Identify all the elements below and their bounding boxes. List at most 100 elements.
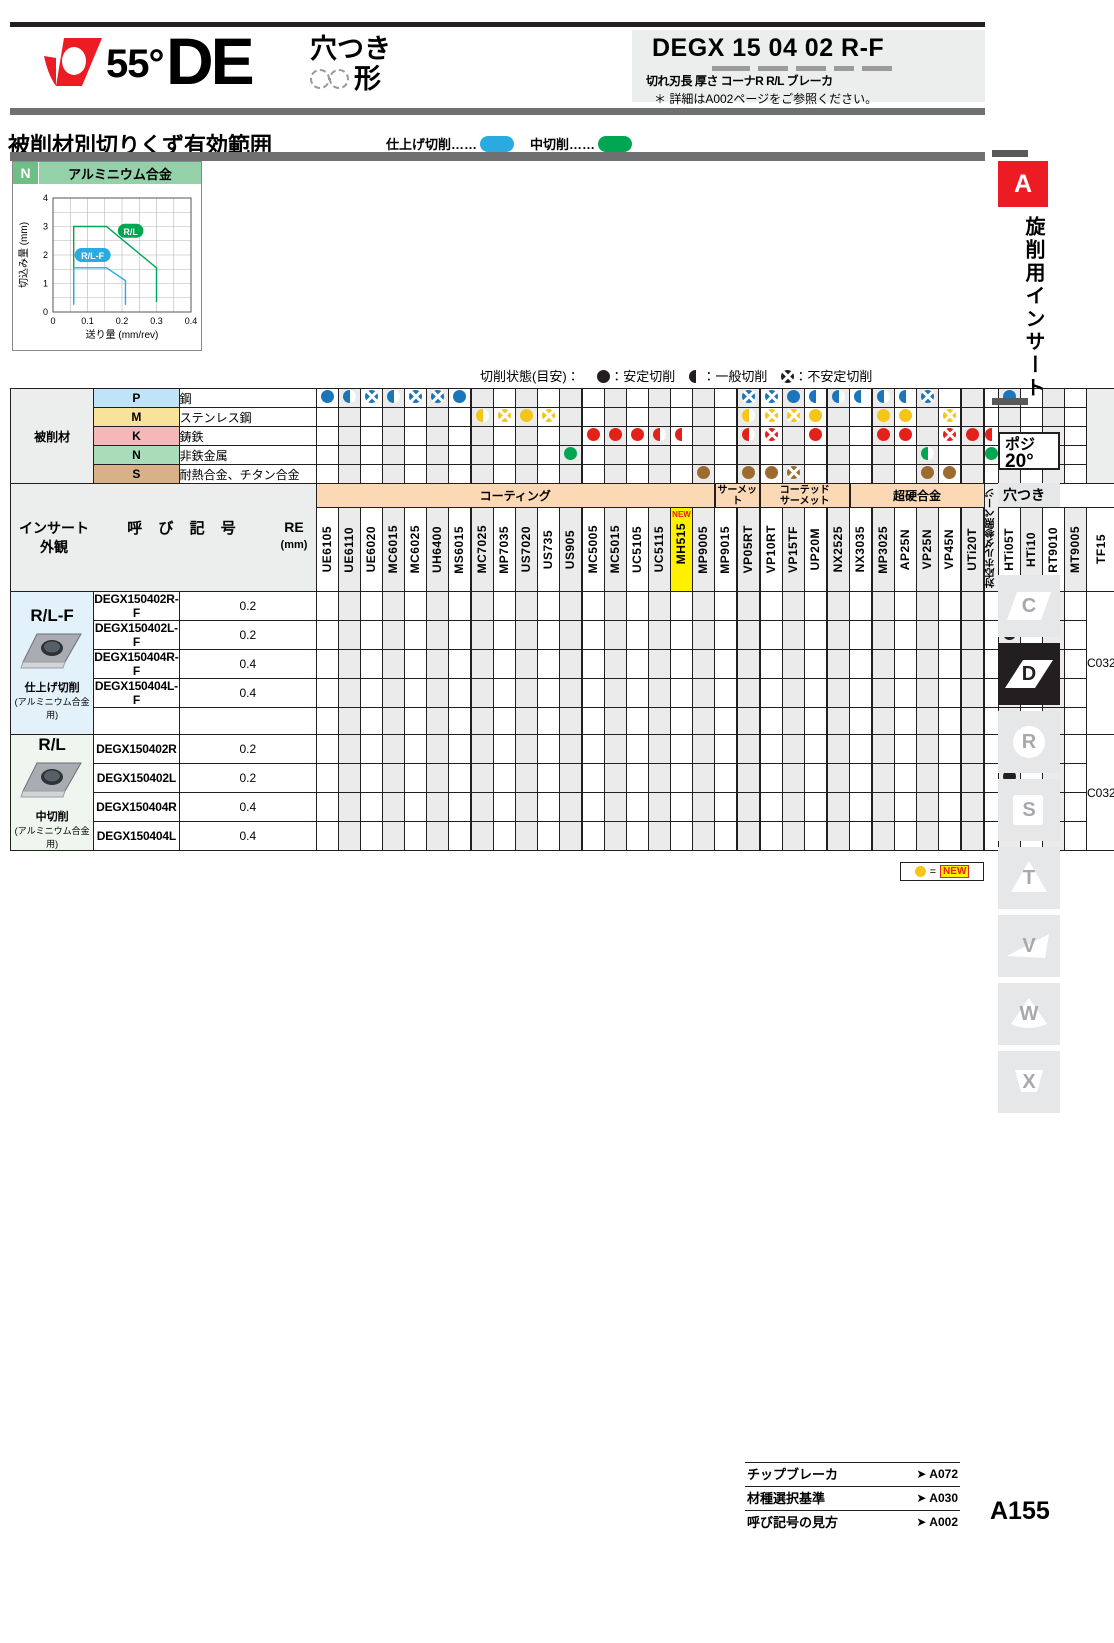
new-note-equals: =	[929, 865, 937, 878]
grade-cell	[916, 821, 939, 851]
grade-cell	[360, 821, 383, 851]
grade-cell	[759, 445, 783, 465]
grade-cell	[670, 445, 693, 465]
insert-caption: 仕上げ切削	[24, 681, 80, 694]
grade-column-header: AP25N	[894, 507, 917, 592]
grade-cell	[470, 649, 494, 679]
grade-cell	[338, 707, 361, 735]
cutting-state-symbol-cross	[781, 370, 795, 383]
product-re: 0.4	[178, 821, 318, 851]
chart-plot: R/L R/L-F 0 0.1 0.2 0.3 0.4 0 1 2 3 4 送り量 (mm/rev) 切込…	[13, 184, 201, 350]
grade-cell	[670, 464, 693, 484]
grade-cell	[316, 763, 339, 793]
grade-name: MC5015	[608, 525, 622, 574]
shape-glyph-x: X	[1005, 1062, 1053, 1102]
rail-marker-bottom	[992, 398, 1028, 405]
shape-tab-w[interactable]: W	[998, 983, 1060, 1045]
grade-name: MC6025	[408, 525, 422, 574]
product-designation: DEGX150404L	[93, 821, 180, 851]
grade-cell	[559, 649, 583, 679]
grade-name: RT9010	[1046, 526, 1060, 573]
shape-tab-c[interactable]: C	[998, 575, 1060, 637]
shape-tab-label: X	[1022, 1070, 1036, 1093]
shape-tab-x[interactable]: X	[998, 1051, 1060, 1113]
grade-cell	[804, 464, 828, 484]
grade-cell	[916, 734, 939, 764]
shape-glyph-s: S	[1005, 790, 1053, 830]
grade-cell	[804, 707, 828, 735]
grade-cell	[338, 388, 361, 408]
grade-cell	[938, 407, 962, 427]
table-row[interactable]: DEGX150404L-F 0.4	[11, 678, 1114, 708]
grade-cell	[470, 792, 494, 822]
shape-glyph-v: V	[1005, 926, 1053, 966]
shape-tab-d[interactable]: D	[998, 643, 1060, 705]
grade-cell	[648, 678, 671, 708]
footer-reference-page[interactable]: ➤ A072	[916, 1467, 958, 1481]
shape-tab-t[interactable]: T	[998, 847, 1060, 909]
table-row[interactable]: DEGX150402L 0.2	[11, 763, 1114, 793]
table-row[interactable]: DEGX150404L 0.4	[11, 821, 1114, 851]
grade-cell	[849, 734, 873, 764]
grade-cell	[382, 464, 405, 484]
grade-cell	[470, 407, 494, 427]
grade-cell	[1064, 426, 1087, 446]
cutting-state-label: ：安定切削	[610, 369, 676, 384]
grade-cell	[782, 591, 805, 621]
holder-page[interactable]: C032	[1086, 734, 1114, 851]
grade-cell	[404, 407, 427, 427]
grade-cell	[871, 734, 895, 764]
grade-cell	[382, 792, 405, 822]
svg-text:0: 0	[50, 316, 55, 326]
grade-cell	[782, 388, 805, 408]
grade-cell	[604, 763, 627, 793]
grade-cell	[983, 763, 999, 793]
grade-cell	[493, 620, 516, 650]
shape-tab-v[interactable]: V	[998, 915, 1060, 977]
mark-half	[476, 409, 489, 422]
grade-cell	[736, 734, 761, 764]
grade-name: UP20M	[808, 528, 822, 571]
footer-reference-page[interactable]: ➤ A002	[916, 1515, 958, 1529]
grade-cell	[604, 620, 627, 650]
grade-cell	[537, 388, 560, 408]
table-row[interactable]: R/L 中切削 (アルミニウム合金用) DEGX150402R 0.2 C032	[9, 734, 1114, 851]
footer-reference[interactable]: チップブレーカ ➤ A072	[745, 1462, 960, 1484]
designation-code: DEGX 15 04 02 R-F	[652, 34, 885, 62]
table-row[interactable]: DEGX150404R 0.4	[11, 792, 1114, 822]
shape-tab-s[interactable]: S	[998, 779, 1060, 841]
grade-cell	[736, 821, 761, 851]
grade-cell	[338, 734, 361, 764]
grade-cell	[736, 445, 761, 465]
table-row[interactable]: DEGX150402L-F 0.2	[11, 620, 1114, 650]
grade-cell	[736, 388, 761, 408]
grade-cell	[626, 388, 649, 408]
table-row[interactable]: R/L-F 仕上げ切削 (アルミニウム合金用) DEGX150402R-F 0.2 C03…	[9, 591, 1114, 735]
footer-reference[interactable]: 呼び記号の見方 ➤ A002	[745, 1510, 960, 1532]
grade-cell	[692, 649, 715, 679]
grade-cell	[604, 792, 627, 822]
grade-name: VP45N	[942, 529, 956, 570]
shape-tab-r[interactable]: R	[998, 711, 1060, 773]
grade-cell	[604, 821, 627, 851]
holder-page[interactable]: C032	[1086, 591, 1114, 735]
grade-cell	[983, 464, 999, 484]
workpiece-row: K 鋳鉄	[11, 426, 1114, 446]
mark-half	[877, 390, 890, 403]
footer-reference[interactable]: 材種選択基準 ➤ A030	[745, 1486, 960, 1508]
table-row[interactable]	[11, 707, 1114, 735]
grade-cell	[470, 821, 494, 851]
grade-cell	[426, 707, 449, 735]
grade-cell	[470, 620, 494, 650]
svg-text:0.2: 0.2	[116, 316, 129, 326]
shape-sub-line2: 形	[310, 64, 391, 94]
footer-reference-page[interactable]: ➤ A030	[916, 1491, 958, 1505]
grade-cell	[338, 649, 361, 679]
grade-name: MP9005	[696, 525, 710, 574]
grade-cell	[759, 388, 783, 408]
grade-cell	[960, 734, 985, 764]
table-row[interactable]: DEGX150404R-F 0.4	[11, 649, 1114, 679]
grade-cell	[493, 388, 516, 408]
grade-name: MP3025	[876, 525, 890, 574]
grade-cell	[559, 792, 583, 822]
